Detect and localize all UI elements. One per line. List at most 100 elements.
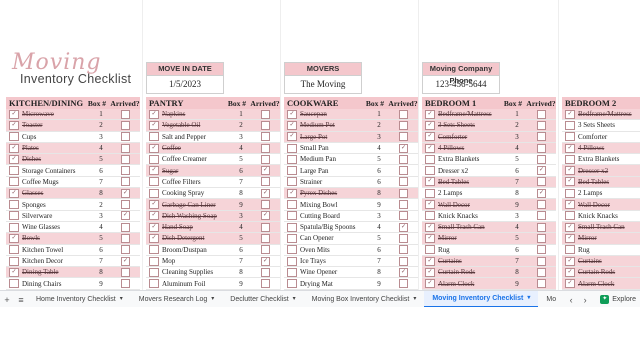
item-name[interactable]: Curtains [438,257,507,265]
box-number[interactable]: 8 [91,189,111,197]
packed-checkbox[interactable] [565,245,575,255]
chevron-down-icon[interactable]: ▾ [527,290,530,307]
item-name[interactable]: Bed Tables [578,178,640,186]
arrived-checkbox[interactable] [121,245,130,255]
packed-checkbox[interactable]: ✓ [9,154,19,164]
packed-checkbox[interactable]: ✓ [425,256,435,266]
packed-checkbox[interactable] [425,166,435,176]
table-row[interactable]: ✓Alarm Clock9 [422,278,556,290]
packed-checkbox[interactable]: ✓ [425,200,435,210]
arrived-checkbox[interactable]: ✓ [261,166,270,176]
box-number[interactable]: 9 [507,280,527,288]
table-row[interactable]: Small Pan 4 ✓ [284,143,418,155]
packed-checkbox[interactable]: ✓ [149,109,159,119]
item-name[interactable]: Rug [578,246,640,254]
item-name[interactable]: Broom/Dustpan [162,246,231,254]
box-number[interactable]: 5 [369,155,389,163]
table-row[interactable]: Oven Mits 6 [284,245,418,256]
sheet-tab[interactable]: Home Inventory Checklist ▾ [28,291,131,308]
item-name[interactable]: Comforter [578,133,640,141]
arrived-checkbox[interactable] [261,245,270,255]
item-name[interactable]: Curtains [578,257,640,265]
packed-checkbox[interactable] [287,245,297,255]
table-row[interactable]: ✓ Dish Detergent 5 [146,233,280,245]
arrived-checkbox[interactable] [537,233,546,243]
packed-checkbox[interactable] [9,132,19,142]
box-number[interactable]: 6 [507,246,527,254]
box-number[interactable]: 5 [369,234,389,242]
box-number[interactable]: 2 [91,201,111,209]
packed-checkbox[interactable]: ✓ [287,109,297,119]
arrived-checkbox[interactable] [121,200,130,210]
sheet-tab[interactable]: Declutter Checklist ▾ [222,291,303,308]
packed-checkbox[interactable] [287,279,297,289]
box-number[interactable]: 2 [369,121,389,129]
item-name[interactable]: Knick Knacks [578,212,640,220]
table-row[interactable]: Broom/Dustpan 6 [146,245,280,256]
table-row[interactable]: ✓ Bowls 5 [6,233,140,245]
packed-checkbox[interactable]: ✓ [425,109,435,119]
packed-checkbox[interactable] [287,267,297,277]
packed-checkbox[interactable] [149,154,159,164]
packed-checkbox[interactable]: ✓ [9,188,19,198]
packed-checkbox[interactable]: ✓ [565,200,575,210]
item-name[interactable]: Oven Mits [300,246,369,254]
item-name[interactable]: Small Trash Can [438,223,507,231]
item-name[interactable]: 4 Pillows [578,144,640,152]
arrived-checkbox[interactable]: ✓ [261,188,270,198]
packed-checkbox[interactable] [425,154,435,164]
item-name[interactable]: Large Pan [300,167,369,175]
table-row[interactable]: 2 Lamps8 [562,188,640,200]
table-row[interactable]: Large Pan 6 [284,165,418,177]
table-row[interactable]: Coffee Mugs 7 [6,177,140,189]
item-name[interactable]: Hand Soap [162,223,231,231]
arrived-checkbox[interactable] [537,120,546,130]
box-number[interactable]: 8 [507,189,527,197]
table-row[interactable]: ✓Wall Decor9 [422,199,556,211]
table-row[interactable]: 3 Sets Sheets2 [562,120,640,132]
table-row[interactable]: ✓Curtains7 [562,255,640,268]
item-name[interactable]: Alarm Clock [578,280,640,288]
table-row[interactable]: ✓ Plates 4 [6,142,140,155]
item-name[interactable]: Strainer [300,178,369,186]
packed-checkbox[interactable]: ✓ [565,166,575,176]
item-name[interactable]: Bowls [22,234,91,242]
box-number[interactable]: 5 [91,234,111,242]
item-name[interactable]: Storage Containers [22,167,91,175]
arrived-checkbox[interactable]: ✓ [399,267,408,277]
packed-checkbox[interactable]: ✓ [149,200,159,210]
box-number[interactable]: 3 [507,133,527,141]
table-row[interactable]: ✓ Vegetable Oil 2 [146,120,280,132]
item-name[interactable]: Dresser x2 [578,167,640,175]
packed-checkbox[interactable]: ✓ [565,233,575,243]
item-name[interactable]: Curtain Rods [578,268,640,276]
mover-phone-value[interactable]: 123-456-5644 [423,76,499,93]
packed-checkbox[interactable] [149,256,159,266]
table-row[interactable]: ✓Bedframe/Mattress1 [422,109,556,121]
item-name[interactable]: Bed Tables [438,178,507,186]
arrived-checkbox[interactable] [121,267,130,277]
table-row[interactable]: Ice Trays 7 [284,256,418,268]
packed-checkbox[interactable]: ✓ [425,233,435,243]
arrived-checkbox[interactable] [537,222,546,232]
table-row[interactable]: Cleaning Supplies 8 [146,267,280,279]
table-row[interactable]: Salt and Pepper 3 [146,132,280,143]
packed-checkbox[interactable]: ✓ [9,120,19,130]
item-name[interactable]: Alarm Clock [438,280,507,288]
arrived-checkbox[interactable] [261,109,270,119]
packed-checkbox[interactable] [425,188,435,198]
arrived-checkbox[interactable]: ✓ [121,211,130,221]
arrived-checkbox[interactable] [537,154,546,164]
table-row[interactable]: ✓ Dining Table 8 [6,267,140,279]
packed-checkbox[interactable] [287,256,297,266]
item-name[interactable]: Drying Mat [300,280,369,288]
table-row[interactable]: ✓ Saucepan 1 [284,109,418,121]
box-number[interactable]: 8 [507,268,527,276]
table-row[interactable]: ✓Bed Tables7 [562,176,640,189]
arrived-checkbox[interactable] [537,245,546,255]
sheet-tab[interactable]: Movers Research Log ▾ [131,291,223,308]
arrived-checkbox[interactable] [537,177,546,187]
arrived-checkbox[interactable] [399,279,408,289]
explore-button[interactable]: ✦ Explore [600,291,640,308]
item-name[interactable]: Medium Pan [300,155,369,163]
